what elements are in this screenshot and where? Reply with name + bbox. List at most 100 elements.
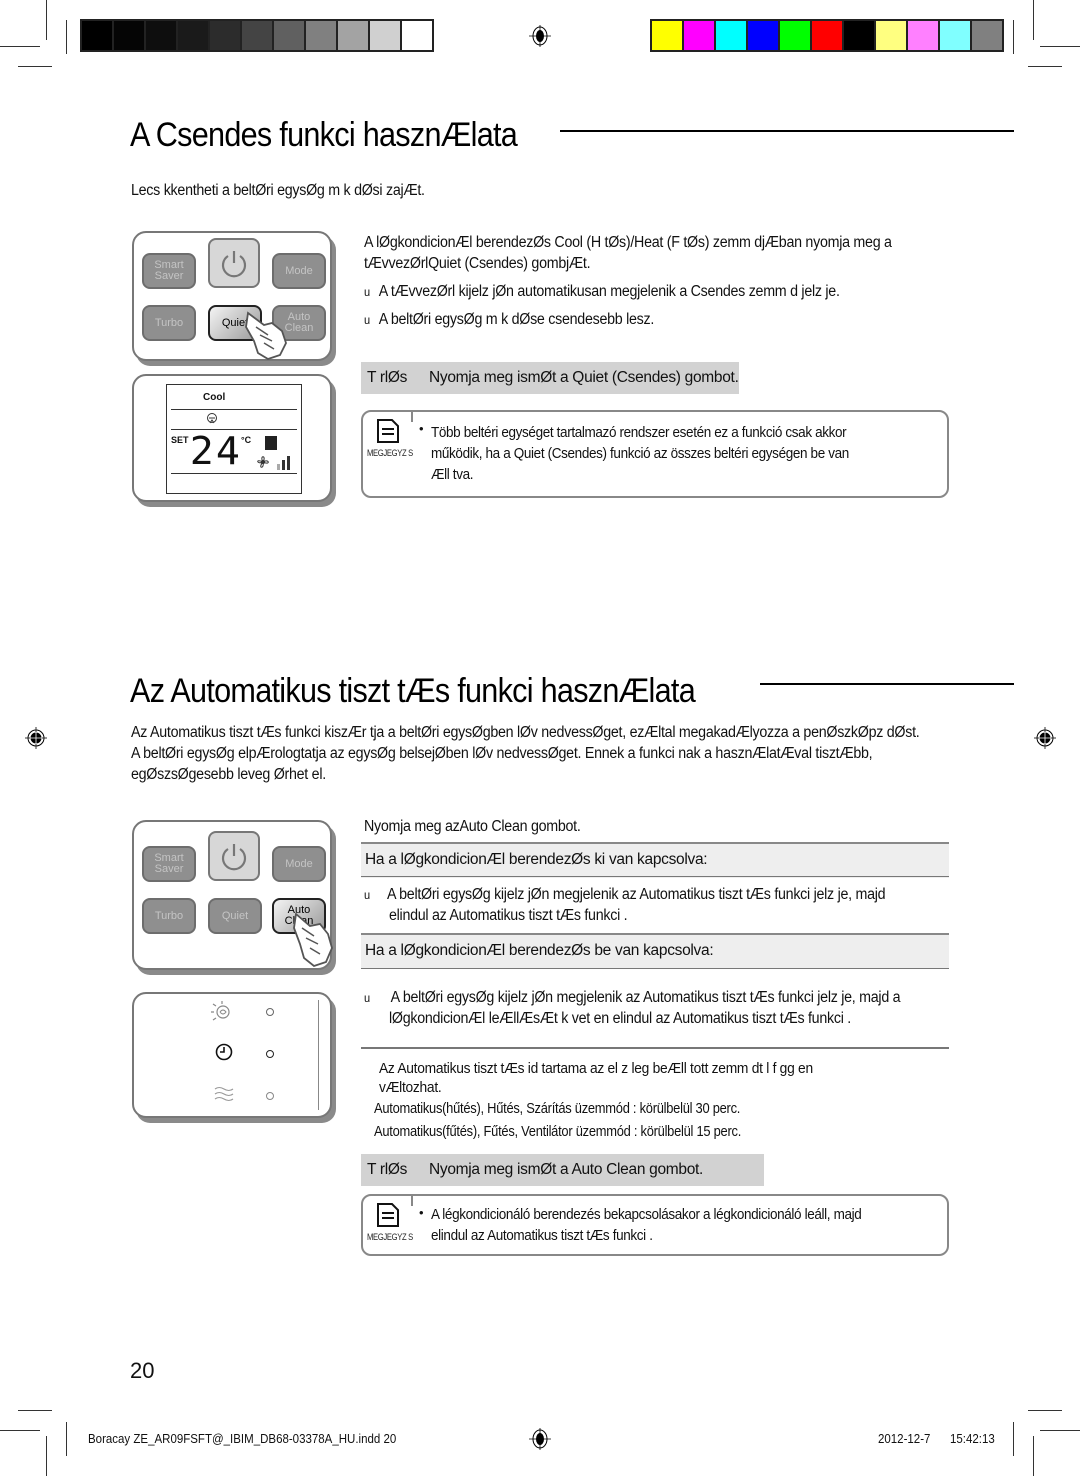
lcd-divider <box>171 409 297 410</box>
duration-note: vÆltozhat. <box>379 1079 442 1096</box>
turbo-button: Turbo <box>142 305 196 341</box>
duration-item: Automatikus(hűtés), Hűtés, Szárítás üzem… <box>374 1100 741 1117</box>
registration-mark-icon <box>529 1428 551 1450</box>
bullet-marker: u <box>364 285 370 299</box>
crop-mark <box>46 0 47 40</box>
calibration-swatch <box>210 21 240 50</box>
registration-mark-icon <box>25 727 47 749</box>
indoor-unit-indicator-panel <box>132 992 332 1118</box>
bullet-text: A tÆvvezØrl kijelz jØn automatikusan meg… <box>378 283 840 300</box>
note-bullet: • <box>419 421 424 436</box>
registration-mark-icon <box>529 25 551 47</box>
note-text-line: elindul az Automatikus tiszt tÆs funkci … <box>431 1227 653 1244</box>
calibration-swatch <box>274 21 304 50</box>
calibration-swatch <box>402 21 432 50</box>
bullet-marker: u <box>364 888 370 902</box>
condition-header-on: Ha a lØgkondicionÆl berendezØs be van ka… <box>361 933 949 969</box>
calibration-swatch <box>652 21 682 50</box>
crop-mark <box>1033 1436 1034 1476</box>
button-label: Mode <box>285 264 313 277</box>
bullet-item: u A tÆvvezØrl kijelz jØn automatikusan me… <box>364 281 840 303</box>
cancel-text: Nyomja meg ismØt a Auto Clean gombot. <box>429 1161 704 1178</box>
mode-button: Mode <box>272 253 326 289</box>
power-icon <box>221 251 247 278</box>
button-label: Quiet <box>221 909 249 922</box>
auto-clean-icon <box>211 1001 230 1021</box>
note-label: MEGJEGYZ S <box>367 1232 413 1242</box>
note-icon <box>377 419 399 443</box>
calibration-swatch <box>972 21 1002 50</box>
note-divider <box>411 410 413 422</box>
crop-mark <box>18 1410 52 1411</box>
bullet-text: A beltØri egysØg m k dØse csendesebb les… <box>378 311 655 328</box>
cancel-text: Nyomja meg ismØt a Quiet (Csendes) gombo… <box>429 369 739 386</box>
crop-mark <box>1040 1430 1080 1431</box>
duration-note: Az Automatikus tiszt tÆs id tartama az e… <box>379 1060 813 1077</box>
bullet-item: u A beltØri egysØg kijelz jØn megjelenik … <box>364 987 901 1009</box>
note-icon <box>377 1203 399 1227</box>
set-label: SET <box>171 435 189 445</box>
crop-mark <box>0 1430 40 1431</box>
duration-item: Automatikus(fűtés), Fűtés, Ventilátor üz… <box>374 1123 742 1140</box>
crop-mark <box>1013 20 1014 54</box>
wave-icon <box>214 1086 234 1102</box>
section-intro-line: A beltØri egysØg elpÆrologtatja az egysØ… <box>131 745 873 762</box>
section-title-auto-clean: Az Automatikus tiszt tÆs funkci hasznÆla… <box>130 672 696 710</box>
section-intro-line: egØszsØgesebb leveg Ørhet el. <box>131 766 326 783</box>
temperature-unit: °C <box>241 435 252 445</box>
footer-date: 2012-12-7 <box>878 1432 931 1446</box>
note-label: MEGJEGYZ S <box>367 448 413 458</box>
bullet-marker: u <box>364 991 370 1005</box>
calibration-swatch <box>844 21 874 50</box>
remote-control-illustration: Smart Saver Mode Turbo Quiet Auto Clean <box>132 231 332 361</box>
indicator-led <box>266 1008 274 1016</box>
grayscale-calibration-strip <box>80 19 434 52</box>
section-intro-quiet: Lecs kkentheti a beltØri egysØg m k dØsi… <box>131 182 425 199</box>
note-text-line: A légkondicionáló berendezés bekapcsolás… <box>431 1206 862 1223</box>
crop-mark <box>1033 0 1034 40</box>
remote-display-illustration: Cool SET 24 °C <box>132 374 332 502</box>
crop-mark <box>0 46 40 47</box>
calibration-swatch <box>338 21 368 50</box>
quiet-button: Quiet <box>208 898 262 934</box>
condition-header-off: Ha a lØgkondicionÆl berendezØs ki van ka… <box>361 842 949 878</box>
indicator-led <box>266 1050 274 1058</box>
title-rule <box>560 130 1014 132</box>
footer-time: 15:42:13 <box>950 1432 995 1446</box>
step-instruction: A lØgkondicionÆl berendezØs Cool (H tØs)… <box>364 234 892 251</box>
pointing-hand-icon <box>245 311 287 360</box>
calibration-swatch <box>716 21 746 50</box>
remote-control-illustration: Smart Saver Mode Turbo Quiet Auto Clean <box>132 820 333 970</box>
note-box: MEGJEGYZ S • A légkondicionáló berendezé… <box>361 1194 949 1256</box>
step-instruction: Nyomja meg azAuto Clean gombot. <box>364 818 581 835</box>
color-calibration-strip <box>650 19 1004 52</box>
registration-mark-icon <box>1034 727 1056 749</box>
calibration-swatch <box>684 21 714 50</box>
lcd-divider <box>171 473 297 474</box>
calibration-swatch <box>178 21 208 50</box>
power-button <box>208 238 260 288</box>
note-box: MEGJEGYZ S • Több beltéri egységet tarta… <box>361 410 949 498</box>
page-number: 20 <box>130 1358 155 1383</box>
title-rule <box>760 683 1014 685</box>
step-instruction: tÆvvezØrlQuiet (Csendes) gombjÆt. <box>364 255 591 272</box>
bullet-text-continued: lØgkondicionÆl leÆllÆsÆt k vet en elindu… <box>389 1010 851 1027</box>
footer-filename: Boracay ZE_AR09FSFT@_IBIM_DB68-03378A_HU… <box>88 1432 397 1446</box>
bullet-marker: u <box>364 313 370 327</box>
temperature-readout: 24 <box>189 429 243 473</box>
swing-icon <box>265 436 277 450</box>
turbo-button: Turbo <box>142 898 196 934</box>
smart-saver-button: Smart Saver <box>142 846 196 882</box>
calibration-swatch <box>146 21 176 50</box>
lcd-screen: Cool SET 24 °C <box>166 384 302 494</box>
crop-mark <box>1040 46 1080 47</box>
crop-mark <box>46 1436 47 1476</box>
bullet-item: u A beltØri egysØg m k dØse csendesebb le… <box>364 309 654 331</box>
calibration-swatch <box>780 21 810 50</box>
power-icon <box>221 844 247 871</box>
mode-button: Mode <box>272 846 326 882</box>
crop-mark <box>18 66 52 67</box>
fan-speed-icon <box>257 456 290 470</box>
section-intro-line: Az Automatikus tiszt tÆs funkci kiszÆr t… <box>131 724 920 741</box>
smart-saver-button: Smart Saver <box>142 253 196 289</box>
